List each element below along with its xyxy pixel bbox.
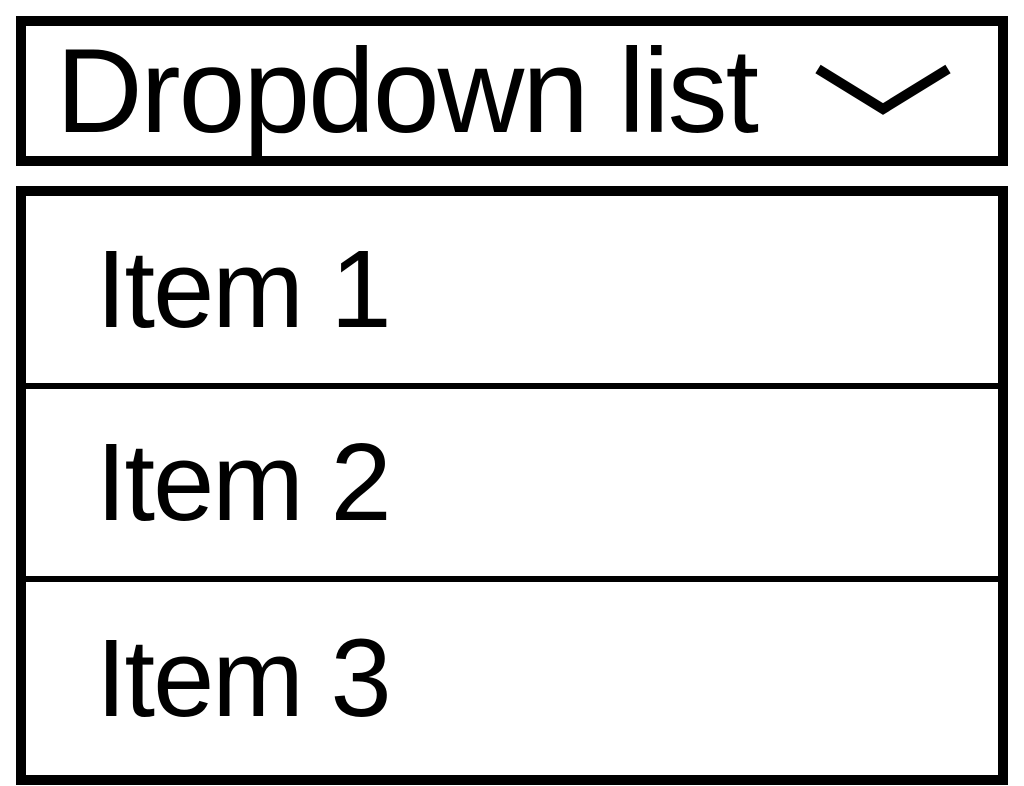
dropdown-item-label: Item 2: [96, 419, 390, 546]
chevron-down-icon: [808, 59, 958, 124]
dropdown-item-1[interactable]: Item 1: [26, 196, 998, 389]
dropdown-item-2[interactable]: Item 2: [26, 389, 998, 582]
dropdown-item-3[interactable]: Item 3: [26, 582, 998, 775]
dropdown-header[interactable]: Dropdown list: [16, 16, 1008, 166]
dropdown-item-label: Item 3: [96, 615, 390, 742]
dropdown-label: Dropdown list: [56, 22, 757, 160]
dropdown-item-label: Item 1: [96, 226, 390, 353]
dropdown-list: Item 1 Item 2 Item 3: [16, 186, 1008, 785]
